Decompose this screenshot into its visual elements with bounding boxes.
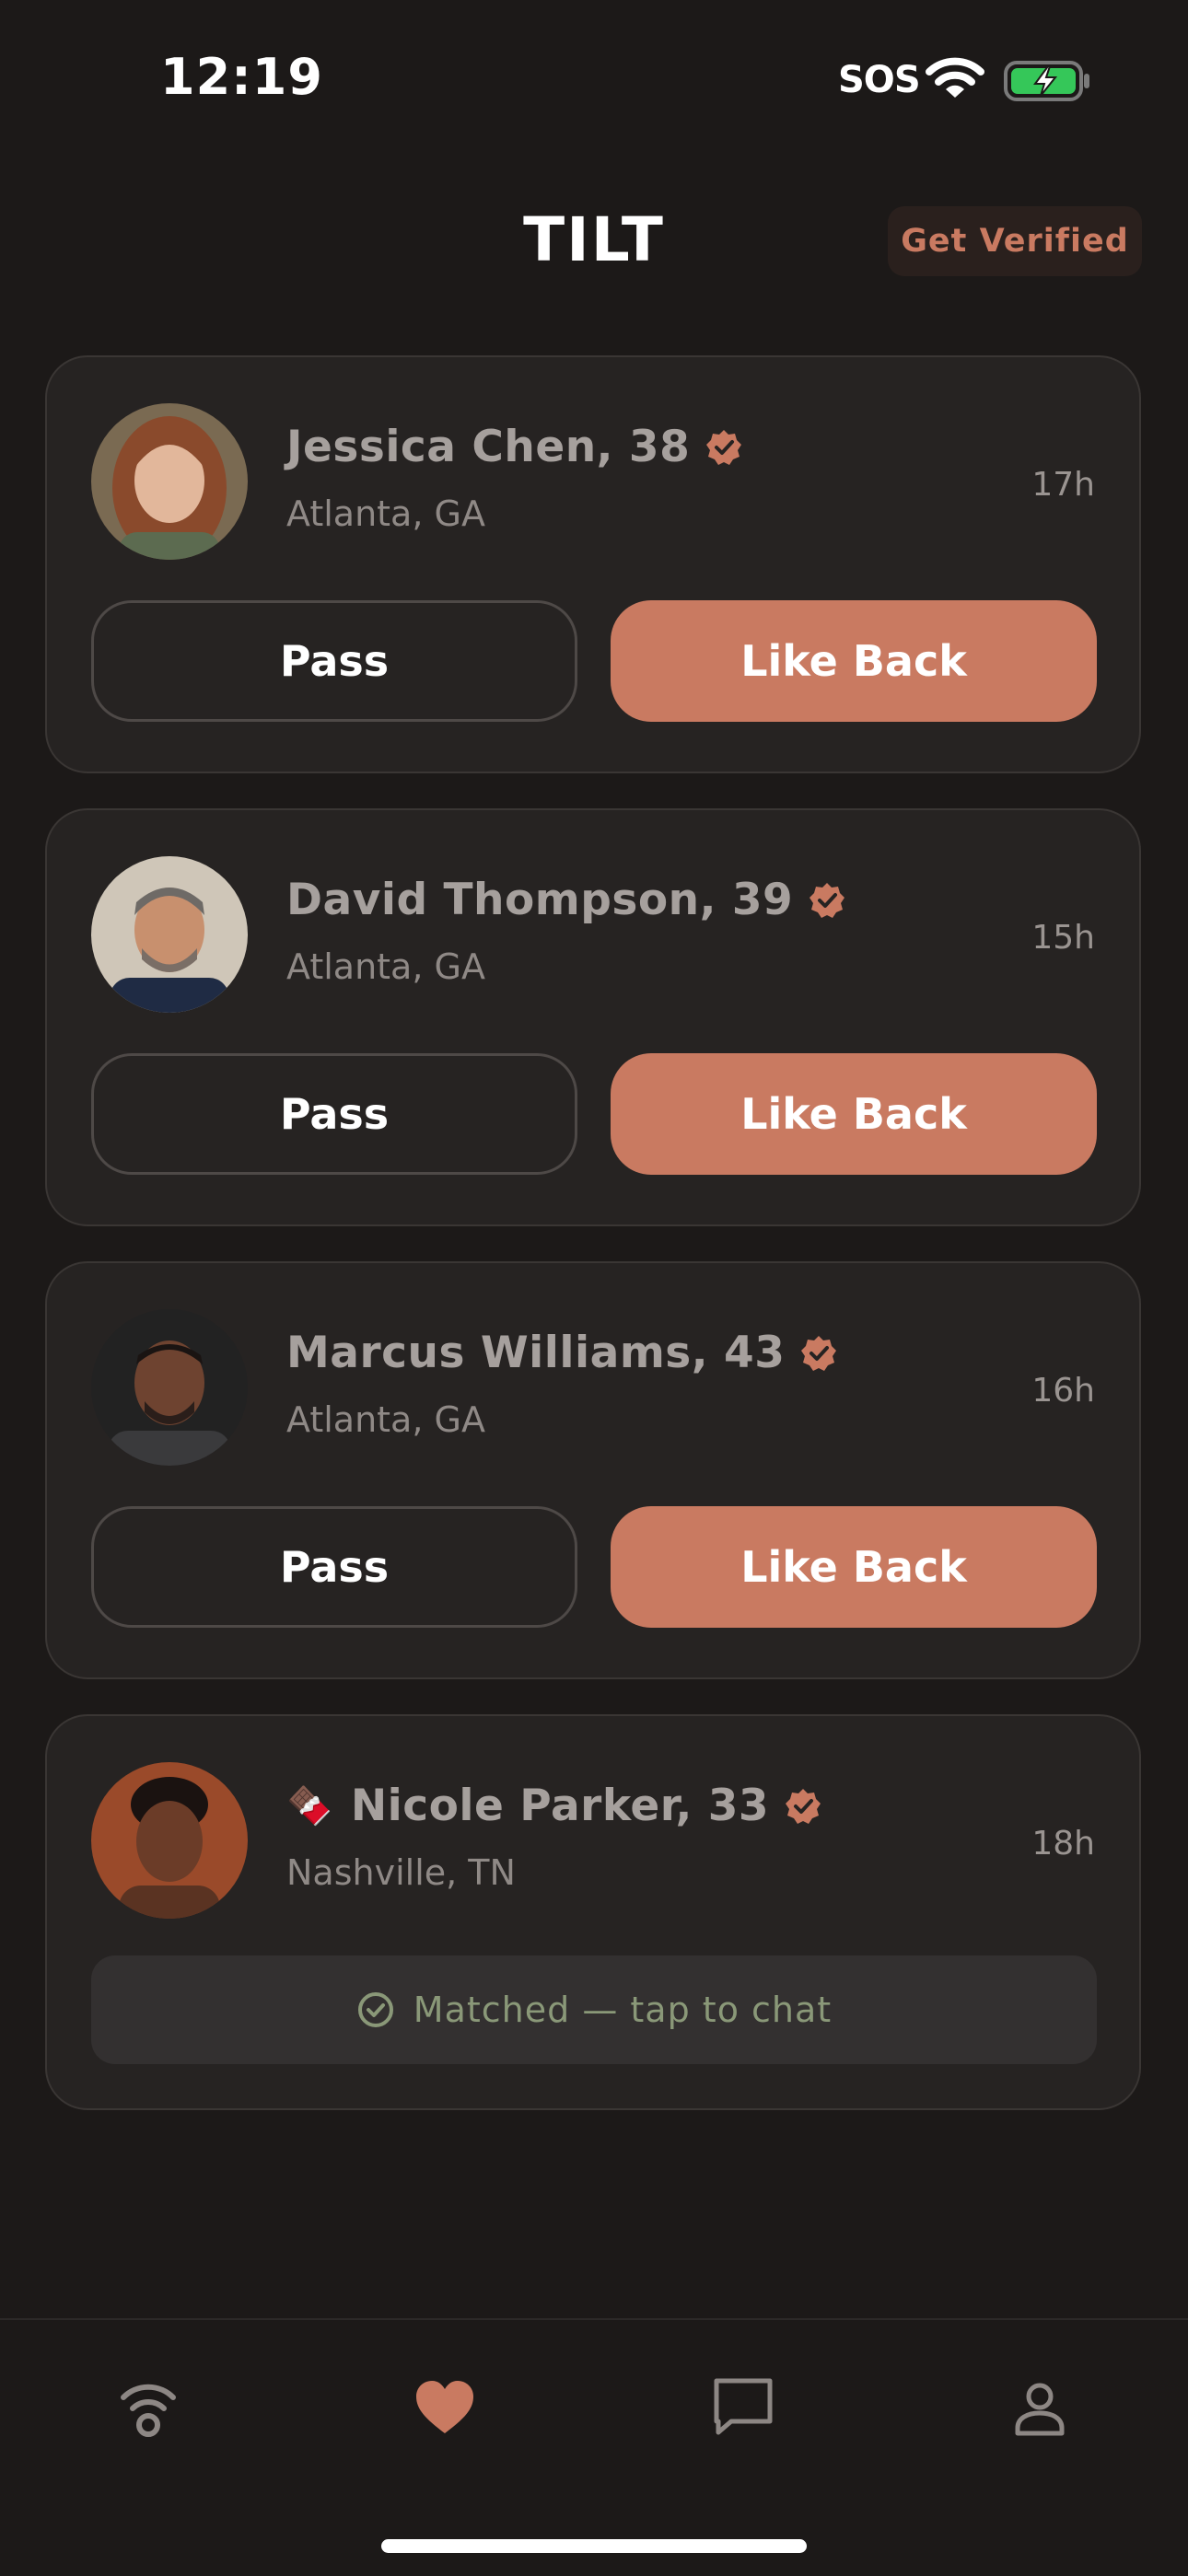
time-ago: 15h	[1031, 919, 1095, 957]
time-ago: 18h	[1031, 1825, 1095, 1862]
check-circle-icon	[357, 1992, 393, 2027]
chat-icon	[714, 2378, 773, 2435]
tab-messages[interactable]	[702, 2366, 785, 2449]
pass-button[interactable]: Pass	[91, 1053, 577, 1175]
status-bar: 12:19 SOS	[0, 0, 1188, 157]
verified-badge-icon	[786, 1788, 821, 1824]
match-card[interactable]: 🍫 Nicole Parker, 33 Nashville, TN 18h Ma…	[45, 1714, 1141, 2110]
wifi-icon	[926, 57, 984, 98]
like-back-button[interactable]: Like Back	[611, 1506, 1097, 1628]
like-card[interactable]: Jessica Chen, 38 Atlanta, GA 17h Pass Li…	[45, 355, 1141, 773]
heart-icon	[416, 2381, 473, 2433]
sos-indicator: SOS	[838, 59, 921, 101]
time-ago: 16h	[1031, 1372, 1095, 1410]
signal-icon	[121, 2384, 176, 2437]
avatar	[91, 1762, 248, 1919]
profile-name: Jessica Chen, 38	[286, 422, 691, 472]
time-ago: 17h	[1031, 466, 1095, 504]
chocolate-emoji: 🍫	[286, 1785, 332, 1828]
profile-location: Atlanta, GA	[286, 493, 485, 534]
avatar	[91, 403, 248, 560]
profile-location: Nashville, TN	[286, 1852, 516, 1893]
profile-name: Nicole Parker, 33	[350, 1781, 770, 1831]
tab-likes[interactable]	[403, 2366, 486, 2449]
battery-icon	[1004, 61, 1089, 101]
tab-discover[interactable]	[107, 2366, 190, 2449]
matched-chat-button[interactable]: Matched — tap to chat	[91, 1955, 1097, 2064]
get-verified-button[interactable]: Get Verified	[888, 206, 1142, 276]
matched-label: Matched — tap to chat	[413, 1990, 833, 2030]
avatar	[91, 1309, 248, 1466]
verified-badge-icon	[809, 882, 845, 918]
tab-profile[interactable]	[998, 2366, 1081, 2449]
pass-button[interactable]: Pass	[91, 600, 577, 722]
like-back-button[interactable]: Like Back	[611, 600, 1097, 722]
profile-name: David Thompson, 39	[286, 875, 794, 925]
home-indicator	[381, 2539, 807, 2553]
profile-location: Atlanta, GA	[286, 946, 485, 987]
pass-button[interactable]: Pass	[91, 1506, 577, 1628]
profile-name: Marcus Williams, 43	[286, 1328, 786, 1378]
like-card[interactable]: Marcus Williams, 43 Atlanta, GA 16h Pass…	[45, 1261, 1141, 1679]
tab-bar	[0, 2318, 1188, 2576]
status-time: 12:19	[160, 48, 323, 106]
verified-badge-icon	[706, 429, 742, 465]
like-card[interactable]: David Thompson, 39 Atlanta, GA 15h Pass …	[45, 808, 1141, 1226]
like-back-button[interactable]: Like Back	[611, 1053, 1097, 1175]
avatar	[91, 856, 248, 1013]
profile-icon	[1015, 2383, 1065, 2436]
verified-badge-icon	[801, 1335, 837, 1371]
profile-location: Atlanta, GA	[286, 1399, 485, 1440]
